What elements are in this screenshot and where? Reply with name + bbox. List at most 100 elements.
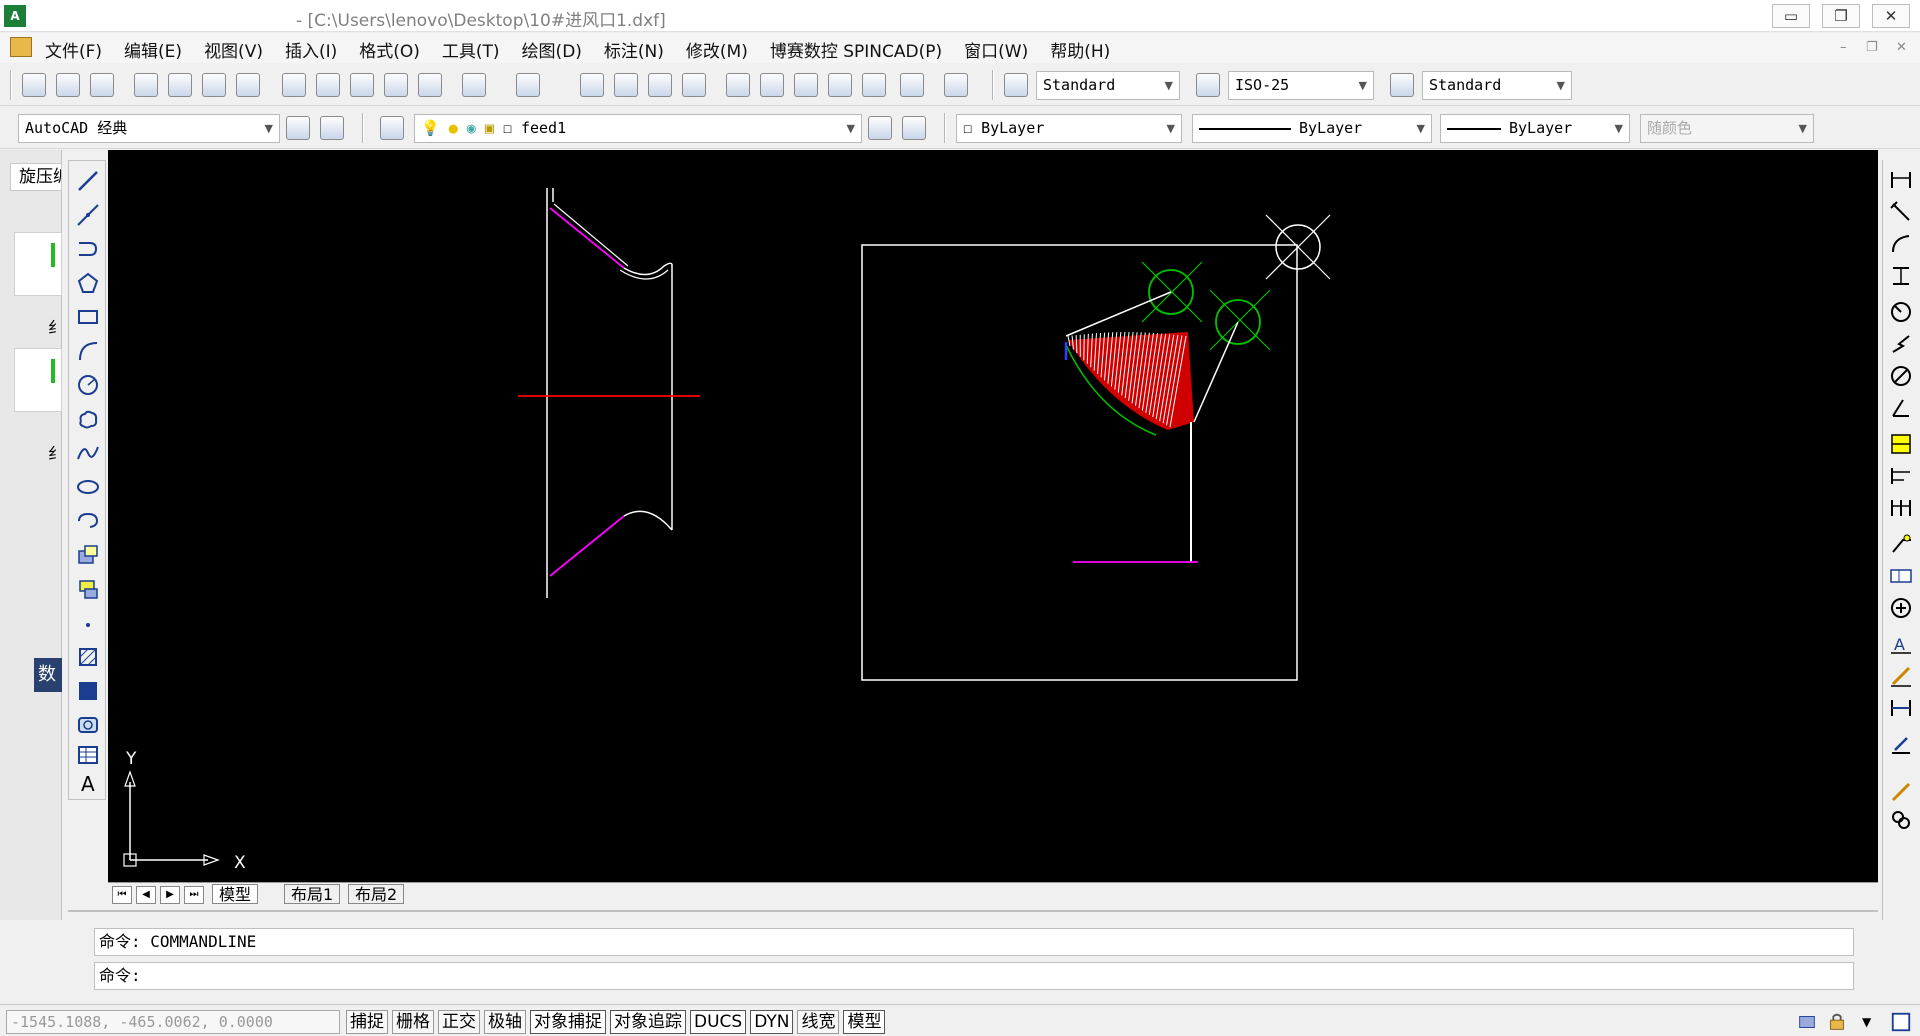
spline-icon[interactable] [76, 441, 100, 465]
cut-icon[interactable] [282, 73, 306, 97]
menu-item[interactable]: 编辑(E) [124, 37, 182, 62]
sheet-set-icon[interactable] [828, 73, 852, 97]
rectangle-icon[interactable] [76, 305, 100, 329]
dimension-update-icon[interactable] [1889, 696, 1913, 720]
lineweight-combo[interactable]: ByLayer ▼ [1440, 114, 1630, 143]
jogged-dimension-icon[interactable] [1889, 332, 1913, 356]
3d-dwf-icon[interactable] [236, 73, 260, 97]
mdi-minimize-button[interactable]: – [1840, 40, 1847, 55]
dim-style-combo[interactable]: ISO-25 ▼ [1228, 71, 1374, 100]
menu-item[interactable]: 绘图(D) [522, 37, 582, 62]
text-style-icon[interactable] [1004, 73, 1028, 97]
region-icon[interactable] [76, 713, 100, 737]
polyline-icon[interactable] [76, 237, 100, 261]
mdi-restore-button[interactable]: ❐ [1866, 40, 1878, 55]
palette-tab[interactable]: 旋压编 [10, 163, 62, 191]
layer-previous-icon[interactable] [902, 116, 926, 140]
menu-item[interactable]: 修改(M) [686, 37, 748, 62]
copy-icon[interactable] [316, 73, 340, 97]
arc-icon[interactable] [76, 339, 100, 363]
line-icon[interactable] [76, 169, 100, 193]
status-toggle[interactable]: 线宽 [797, 1010, 840, 1034]
center-mark-icon[interactable] [1889, 596, 1913, 620]
first-tab-button[interactable]: ⏮ [112, 886, 132, 904]
status-toggle[interactable]: DUCS [690, 1010, 747, 1034]
undo-icon[interactable] [462, 73, 486, 97]
diameter-dimension-icon[interactable] [1889, 364, 1913, 388]
circle-icon[interactable] [76, 373, 100, 397]
status-toggle[interactable]: 正交 [438, 1010, 480, 1034]
toolbar-lock-icon[interactable] [1826, 1011, 1848, 1033]
tab-layout2[interactable]: 布局2 [348, 884, 405, 904]
revision-cloud-icon[interactable] [76, 407, 100, 431]
zoom-previous-icon[interactable] [682, 73, 706, 97]
aligned-dimension-icon[interactable] [1889, 200, 1913, 224]
pan-icon[interactable] [580, 73, 604, 97]
color-combo[interactable]: ☐ ByLayer ▼ [956, 114, 1182, 143]
drawing-canvas[interactable]: Y X [108, 150, 1878, 882]
menu-item[interactable]: 视图(V) [204, 37, 263, 62]
dimension-style-icon[interactable] [1889, 732, 1913, 756]
dimension-edit-icon[interactable]: A [1889, 632, 1913, 656]
restore-button[interactable]: ❐ [1822, 4, 1860, 28]
ellipse-arc-icon[interactable] [76, 509, 100, 533]
status-toggle[interactable]: 对象追踪 [610, 1010, 686, 1034]
menu-item[interactable]: 标注(N) [604, 37, 664, 62]
status-toggle[interactable]: DYN [750, 1010, 794, 1034]
make-layer-current-icon[interactable] [868, 116, 892, 140]
command-input[interactable]: 命令: [94, 962, 1854, 990]
my-workspace-icon[interactable] [320, 116, 344, 140]
palette-section[interactable]: 数 [34, 658, 62, 692]
menu-item[interactable]: 帮助(H) [1050, 37, 1110, 62]
help-icon[interactable] [944, 73, 968, 97]
save-icon[interactable] [90, 73, 114, 97]
document-icon[interactable] [10, 37, 32, 57]
mdi-close-button[interactable]: ✕ [1896, 40, 1907, 55]
paste-icon[interactable] [350, 73, 374, 97]
publish-icon[interactable] [202, 73, 226, 97]
text-style-combo[interactable]: Standard ▼ [1036, 71, 1180, 100]
angular-dimension-icon[interactable] [1889, 396, 1913, 420]
pen-tool-icon[interactable] [1889, 780, 1913, 804]
tool-palettes-icon[interactable] [794, 73, 818, 97]
menu-item[interactable]: 插入(I) [285, 37, 337, 62]
table-style-icon[interactable] [1390, 73, 1414, 97]
insert-block-icon[interactable] [76, 543, 100, 567]
menu-item[interactable]: 格式(O) [359, 37, 420, 62]
plot-preview-icon[interactable] [168, 73, 192, 97]
markup-icon[interactable] [862, 73, 886, 97]
menu-item[interactable]: 窗口(W) [964, 37, 1028, 62]
zoom-window-icon[interactable] [648, 73, 672, 97]
close-button[interactable]: ✕ [1872, 4, 1910, 28]
status-toggle[interactable]: 捕捉 [346, 1010, 388, 1034]
layer-combo[interactable]: 💡 ● ◉ ▣ ☐ feed1 ▼ [414, 114, 862, 143]
last-tab-button[interactable]: ⏭ [184, 886, 204, 904]
chain-link-icon[interactable] [1889, 808, 1913, 832]
menu-item[interactable]: 文件(F) [45, 37, 102, 62]
workspace-combo[interactable]: AutoCAD 经典 ▼ [18, 114, 280, 143]
minimize-button[interactable]: ▭ [1772, 4, 1810, 28]
status-toggle[interactable]: 极轴 [484, 1010, 526, 1034]
multiline-text-icon[interactable]: A [76, 771, 100, 795]
next-tab-button[interactable]: ▶ [160, 886, 180, 904]
clean-screen-icon[interactable] [1890, 1011, 1912, 1033]
construction-line-icon[interactable] [76, 203, 100, 227]
ellipse-icon[interactable] [76, 475, 100, 499]
palette-card[interactable] [14, 348, 62, 412]
properties-icon[interactable] [726, 73, 750, 97]
menu-item[interactable]: 博赛数控 SPINCAD(P) [770, 37, 942, 62]
design-center-icon[interactable] [760, 73, 784, 97]
open-icon[interactable] [56, 73, 80, 97]
tolerance-icon[interactable] [1889, 564, 1913, 588]
block-editor-icon[interactable] [418, 73, 442, 97]
communication-center-icon[interactable] [1796, 1011, 1818, 1033]
table-icon[interactable] [76, 743, 100, 767]
quick-leader-icon[interactable] [1889, 532, 1913, 556]
layer-manager-icon[interactable] [380, 116, 404, 140]
menu-item[interactable]: 工具(T) [442, 37, 500, 62]
zoom-realtime-icon[interactable] [614, 73, 638, 97]
new-icon[interactable] [22, 73, 46, 97]
redo-icon[interactable] [516, 73, 540, 97]
tab-layout1[interactable]: 布局1 [284, 884, 341, 904]
app-icon[interactable]: A [4, 5, 26, 27]
